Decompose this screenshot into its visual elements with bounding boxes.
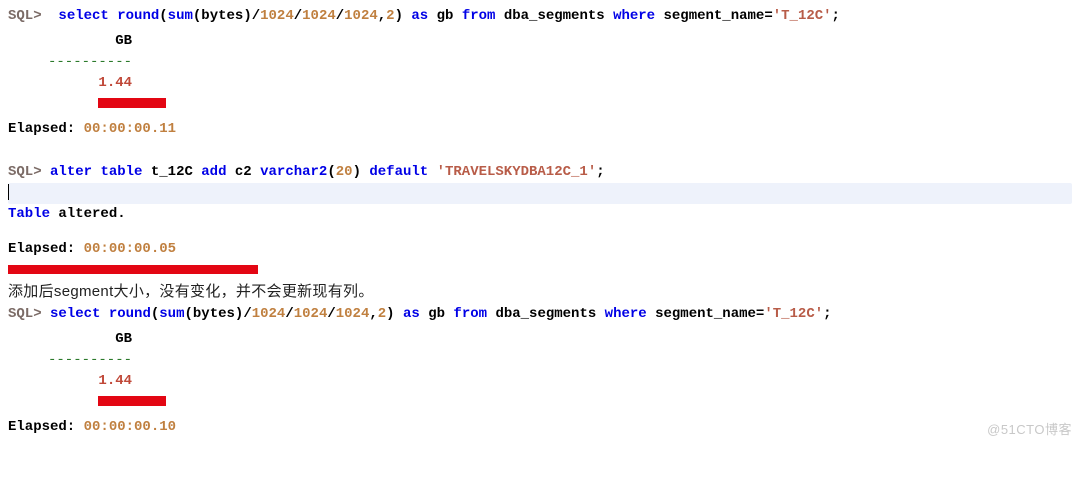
paren: ) [243,8,251,24]
num: 2 [386,8,394,24]
col-bytes: bytes [193,306,235,322]
fn-sum: sum [168,8,193,24]
elapsed-line-3: Elapsed: 00:00:00.10 [8,417,1072,438]
num: 20 [336,164,353,180]
sql-line-1: SQL> select round(sum(bytes)/1024/1024/1… [8,6,1072,27]
num: 2 [378,306,386,322]
dashes: ---------- [48,352,132,368]
semi: ; [596,164,604,180]
highlight-mark-icon [8,265,258,274]
sql-line-3: SQL> select round(sum(bytes)/1024/1024/1… [8,304,1072,325]
slash: / [252,8,260,24]
string-literal: 'TRAVELSKYDBA12C_1' [437,164,597,180]
kw-as: as [411,8,428,24]
string-literal: 'T_12C' [764,306,823,322]
result-value: 1.44 [98,373,132,389]
slash: / [336,8,344,24]
kw-alter: alter [50,164,92,180]
paren: ( [184,306,192,322]
elapsed-label: Elapsed: [8,241,75,257]
type: varchar2 [260,164,327,180]
kw-table: table [100,164,142,180]
prompt: SQL> [8,164,42,180]
status-word: altered. [58,206,125,222]
paren: ) [395,8,403,24]
kw-select: select [50,306,100,322]
dashes: ---------- [48,54,132,70]
num: 1024 [302,8,336,24]
elapsed-time: 00:00:00.05 [84,241,176,257]
status-line: Table altered. [8,204,1072,225]
alias: gb [428,306,445,322]
paren: ( [159,8,167,24]
num: 1024 [252,306,286,322]
semi: ; [823,306,831,322]
eq: = [764,8,772,24]
prompt: SQL> [8,306,42,322]
highlight-mark-icon [98,396,166,406]
col-segname: segment_name [664,8,765,24]
string-literal: 'T_12C' [773,8,832,24]
fn-round: round [109,306,151,322]
cursor-line[interactable] [8,183,1072,204]
comment-text: 添加后segment大小，没有变化，并不会更新现有列。 [8,281,1072,304]
blank-gap [8,140,1072,162]
text-cursor-icon [8,184,9,200]
num: 1024 [336,306,370,322]
kw-where: where [613,8,655,24]
elapsed-label: Elapsed: [8,419,75,435]
table-name: t_12C [151,164,193,180]
semi: ; [832,8,840,24]
kw-select: select [58,8,108,24]
fn-sum: sum [159,306,184,322]
elapsed-time: 00:00:00.11 [84,121,176,137]
status-word: Table [8,206,50,222]
paren: ( [327,164,335,180]
table: dba_segments [495,306,596,322]
num: 1024 [294,306,328,322]
comma: , [369,306,377,322]
blank-gap [8,225,1072,239]
kw-default: default [369,164,428,180]
elapsed-label: Elapsed: [8,121,75,137]
highlight-mark-icon [98,98,166,108]
slash: / [243,306,251,322]
paren: ( [151,306,159,322]
col-bytes: bytes [201,8,243,24]
kw-where: where [605,306,647,322]
col-name: c2 [235,164,252,180]
col-header: GB [115,33,132,49]
result-value: 1.44 [98,75,132,91]
slash: / [285,306,293,322]
slash: / [294,8,302,24]
alias: gb [437,8,454,24]
kw-as: as [403,306,420,322]
result-block-1: GB ---------- 1.44 [8,31,1072,115]
table: dba_segments [504,8,605,24]
num: 1024 [260,8,294,24]
paren: ) [353,164,361,180]
elapsed-line-1: Elapsed: 00:00:00.11 [8,119,1072,140]
prompt: SQL> [8,8,42,24]
comma: , [378,8,386,24]
col-segname: segment_name [655,306,756,322]
kw-from: from [462,8,496,24]
elapsed-time: 00:00:00.10 [84,419,176,435]
elapsed-line-2: Elapsed: 00:00:00.05 [8,239,1072,260]
num: 1024 [344,8,378,24]
highlight-line [8,260,1072,281]
col-header: GB [115,331,132,347]
watermark: @51CTO博客 [987,420,1072,440]
slash: / [327,306,335,322]
kw-add: add [201,164,226,180]
result-block-3: GB ---------- 1.44 [8,329,1072,413]
kw-from: from [453,306,487,322]
sql-line-2: SQL> alter table t_12C add c2 varchar2(2… [8,162,1072,183]
paren: ) [386,306,394,322]
fn-round: round [117,8,159,24]
